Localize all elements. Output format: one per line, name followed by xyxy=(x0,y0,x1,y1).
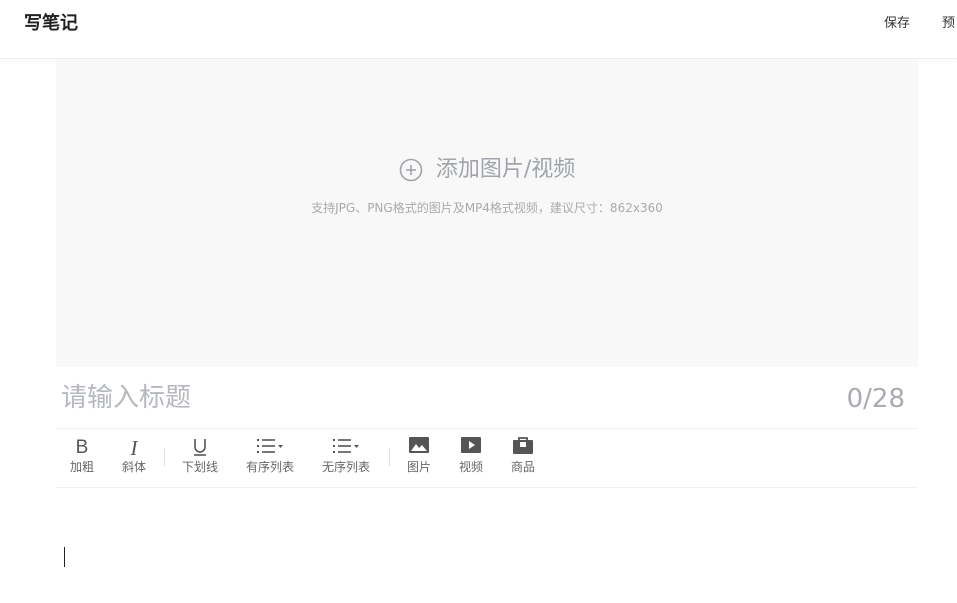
unordered-list-icon xyxy=(320,437,372,459)
title-row: 0/28 xyxy=(56,368,918,429)
title-char-counter: 0/28 xyxy=(846,384,905,414)
bold-icon: B xyxy=(75,437,89,458)
video-label: 视频 xyxy=(458,460,483,474)
upload-hint: 支持JPG、PNG格式的图片及MP4格式视频，建议尺寸：862x360 xyxy=(311,201,663,215)
toolbar-divider xyxy=(164,448,165,466)
insert-product-button[interactable]: 商品 xyxy=(506,437,540,479)
toolbar-divider xyxy=(389,448,390,466)
content-editor[interactable] xyxy=(56,488,918,603)
top-bar: 写笔记 保存 预 xyxy=(0,0,957,59)
title-input[interactable] xyxy=(61,380,821,416)
ordered-list-icon xyxy=(244,437,296,459)
upload-label: 添加图片/视频 xyxy=(435,157,576,182)
ordered-list-label: 有序列表 xyxy=(245,460,294,474)
preview-button[interactable]: 预 xyxy=(942,15,955,33)
editor-toolbar: B 加粗 I 斜体 下划线 有序列表 无序列表 图片 视频 商品 xyxy=(56,429,918,488)
unordered-list-button[interactable]: 无序列表 xyxy=(320,437,372,479)
italic-label: 斜体 xyxy=(121,460,146,474)
media-upload-area[interactable]: 添加图片/视频 支持JPG、PNG格式的图片及MP4格式视频，建议尺寸：862x… xyxy=(56,59,918,367)
video-icon xyxy=(454,437,488,459)
image-label: 图片 xyxy=(406,460,431,474)
text-caret xyxy=(64,547,65,567)
underline-label: 下划线 xyxy=(181,460,218,474)
product-label: 商品 xyxy=(510,460,535,474)
unordered-list-label: 无序列表 xyxy=(321,460,370,474)
plus-circle-icon xyxy=(399,158,423,182)
bold-button[interactable]: B 加粗 xyxy=(66,437,98,479)
bold-label: 加粗 xyxy=(69,460,94,474)
save-button[interactable]: 保存 xyxy=(884,15,910,33)
underline-button[interactable]: 下划线 xyxy=(180,437,220,479)
underline-icon xyxy=(180,437,220,459)
page-title: 写笔记 xyxy=(24,13,78,34)
insert-image-button[interactable]: 图片 xyxy=(402,437,436,479)
insert-video-button[interactable]: 视频 xyxy=(454,437,488,479)
upload-prompt: 添加图片/视频 xyxy=(56,155,918,185)
product-bag-icon xyxy=(506,437,540,459)
ordered-list-button[interactable]: 有序列表 xyxy=(244,437,296,479)
image-icon xyxy=(402,437,436,459)
italic-icon: I xyxy=(130,436,138,460)
italic-button[interactable]: I 斜体 xyxy=(118,437,150,479)
